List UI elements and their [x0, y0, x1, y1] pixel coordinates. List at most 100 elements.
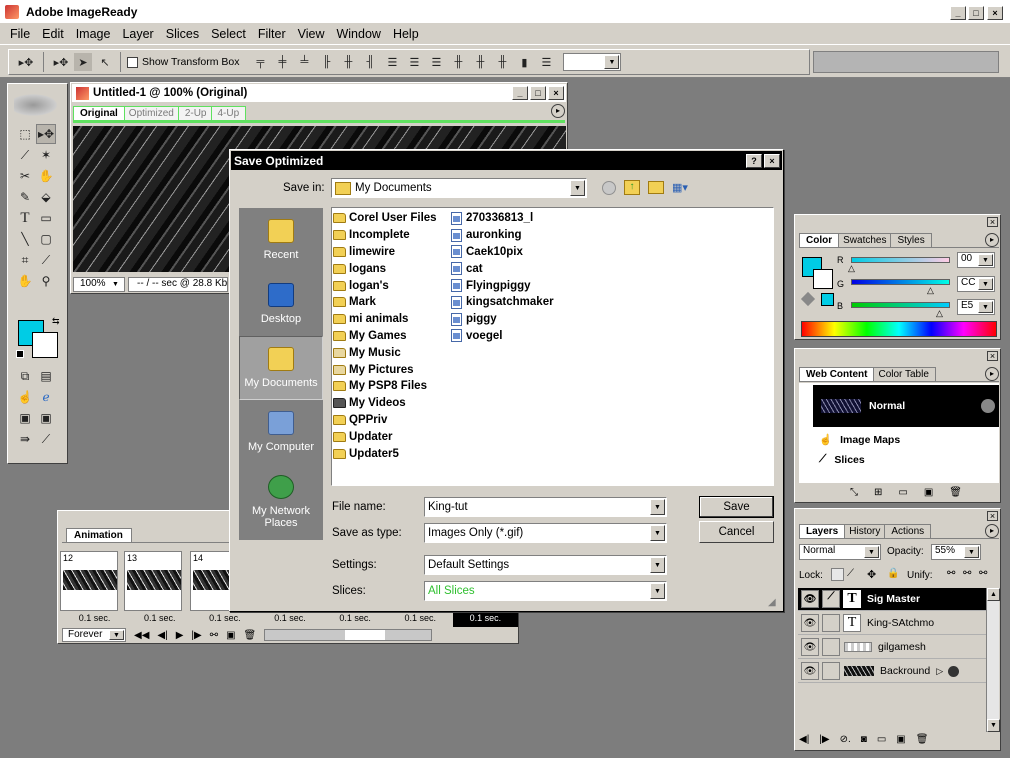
- play-icon[interactable]: ▶: [176, 630, 184, 641]
- eye-icon[interactable]: 👁: [801, 638, 819, 656]
- folder-item[interactable]: My Pictures: [333, 361, 451, 378]
- rectangle-tool-icon[interactable]: ▭: [36, 208, 56, 228]
- distribute-hcenter-icon[interactable]: ╫: [471, 53, 489, 71]
- folder-item[interactable]: My Music: [333, 344, 451, 361]
- file-item[interactable]: voegel: [451, 328, 571, 345]
- swap-colors-icon[interactable]: ⇆: [52, 316, 60, 327]
- tab-layers[interactable]: Layers: [799, 524, 846, 538]
- move-tool-preset-icon[interactable]: ▸✥: [17, 53, 35, 71]
- distribute-top-icon[interactable]: ☰: [383, 53, 401, 71]
- photoshop-icon[interactable]: ⟋: [36, 429, 56, 449]
- zoom-tool-icon[interactable]: ⚲: [36, 271, 56, 291]
- rounded-rect-icon[interactable]: ▢: [36, 229, 56, 249]
- hide-slices-icon[interactable]: ⧉: [15, 366, 35, 386]
- layer-row[interactable]: 👁 Backround ▷: [798, 660, 988, 683]
- opacity-field[interactable]: 55% ▼: [931, 544, 981, 560]
- line-tool-icon[interactable]: ╲: [15, 229, 35, 249]
- folder-item[interactable]: QPPriv: [333, 412, 451, 429]
- frame-delay[interactable]: 0.1 sec.: [388, 613, 453, 627]
- move-icon[interactable]: ▸✥: [52, 53, 70, 71]
- folder-item[interactable]: Updater: [333, 428, 451, 445]
- maximize-button[interactable]: □: [968, 6, 984, 20]
- doc-maximize-button[interactable]: □: [530, 86, 546, 100]
- layer-row[interactable]: 👁 gilgamesh: [798, 636, 988, 659]
- file-item[interactable]: Flyingpiggy: [451, 277, 571, 294]
- save-button[interactable]: Save: [699, 496, 774, 518]
- status-dropdown[interactable]: -- / -- sec @ 28.8 Kbps: [128, 277, 228, 292]
- file-item[interactable]: 270336813_l: [451, 210, 571, 227]
- resize-grip-icon[interactable]: ◢: [768, 597, 776, 608]
- crop-tool-icon[interactable]: ⌗: [15, 250, 35, 270]
- file-item[interactable]: cat: [451, 260, 571, 277]
- lock-transparency-icon[interactable]: [831, 568, 844, 581]
- new-set-icon[interactable]: ▭: [877, 734, 886, 745]
- slice-select-icon[interactable]: ⤡: [850, 487, 858, 498]
- distribute-bottom-icon[interactable]: ☰: [427, 53, 445, 71]
- place-recent[interactable]: Recent: [239, 208, 323, 272]
- add-effect-icon[interactable]: ⊘.: [840, 734, 851, 745]
- up-folder-icon[interactable]: ↑: [624, 180, 640, 195]
- menu-select[interactable]: Select: [211, 27, 246, 41]
- zoom-dropdown[interactable]: 100% ▼: [73, 277, 125, 292]
- options-dropdown[interactable]: ▼: [563, 53, 622, 71]
- distribute-right-icon[interactable]: ╫: [493, 53, 511, 71]
- add-mask-icon[interactable]: ◙: [861, 734, 867, 745]
- tab-swatches[interactable]: Swatches: [836, 233, 894, 247]
- r-slider-handle[interactable]: △: [848, 263, 855, 274]
- optimize-menu-icon[interactable]: ▸: [551, 104, 565, 118]
- menu-edit[interactable]: Edit: [42, 27, 64, 41]
- move-tool-icon[interactable]: ▸✥: [36, 124, 56, 144]
- loop-dropdown[interactable]: Forever ▼: [62, 628, 126, 642]
- crop-slice-icon[interactable]: ✂: [15, 166, 35, 186]
- tab-animation[interactable]: Animation: [66, 528, 132, 542]
- lock-all-icon[interactable]: 🔒: [887, 568, 899, 579]
- background-color-swatch[interactable]: [32, 332, 58, 358]
- tab-history[interactable]: History: [842, 524, 888, 538]
- folder-icon[interactable]: ▭: [898, 487, 907, 498]
- tab-styles[interactable]: Styles: [890, 233, 932, 247]
- previous-frame-icon[interactable]: ◀|: [157, 630, 167, 641]
- b-slider-handle[interactable]: △: [936, 308, 943, 319]
- g-slider[interactable]: [851, 279, 950, 285]
- align-left-icon[interactable]: ╟: [317, 53, 335, 71]
- unify-visibility-icon[interactable]: ⚯: [963, 568, 971, 579]
- g-value-field[interactable]: CC ▼: [957, 276, 995, 292]
- color-bg-swatch[interactable]: [813, 269, 833, 289]
- r-value-field[interactable]: 00 ▼: [957, 252, 995, 268]
- file-item[interactable]: kingsatchmaker: [451, 294, 571, 311]
- brush-icon[interactable]: [822, 662, 840, 680]
- place-network[interactable]: My Network Places: [239, 464, 323, 540]
- file-item[interactable]: auronking: [451, 227, 571, 244]
- web-cube-icon[interactable]: [800, 291, 816, 307]
- preview-document-icon[interactable]: ☝: [15, 387, 35, 407]
- panel-close-icon[interactable]: ×: [987, 511, 998, 521]
- tab-4up[interactable]: 4-Up: [210, 106, 247, 120]
- place-my-documents[interactable]: My Documents: [239, 336, 323, 400]
- lock-move-icon[interactable]: ✥: [867, 568, 876, 581]
- tab-optimized[interactable]: Optimized: [121, 106, 181, 120]
- folder-item[interactable]: Incomplete: [333, 227, 451, 244]
- cancel-button[interactable]: Cancel: [699, 521, 774, 543]
- menu-slices[interactable]: Slices: [166, 27, 199, 41]
- hand-slice-icon[interactable]: ✋: [36, 166, 56, 186]
- first-frame-icon[interactable]: ◀◀: [134, 630, 149, 641]
- delete-frame-icon[interactable]: 🗑: [244, 630, 257, 641]
- arrow-select-icon[interactable]: ➤: [74, 53, 92, 71]
- frames-scrollbar[interactable]: [264, 629, 433, 641]
- distribute-left-icon[interactable]: ╫: [449, 53, 467, 71]
- panel-close-icon[interactable]: ×: [987, 217, 998, 227]
- b-value-field[interactable]: E5 ▼: [957, 299, 995, 315]
- delete-layer-icon[interactable]: 🗑: [916, 734, 929, 745]
- toggle-slices-icon[interactable]: ▤: [36, 366, 56, 386]
- menu-file[interactable]: File: [10, 27, 30, 41]
- doc-close-button[interactable]: ×: [548, 86, 564, 100]
- place-desktop[interactable]: Desktop: [239, 272, 323, 336]
- frame-delay[interactable]: 0.1 sec.: [323, 613, 388, 627]
- frame-delay[interactable]: 0.1 sec.: [127, 613, 192, 627]
- tab-color[interactable]: Color: [799, 233, 840, 247]
- save-as-type-dropdown[interactable]: Images Only (*.gif) ▼: [424, 523, 667, 543]
- panel-menu-icon[interactable]: ▸: [985, 367, 999, 381]
- image-maps-row[interactable]: ☝ Image Maps: [819, 433, 900, 447]
- frame-13[interactable]: 13: [124, 551, 182, 611]
- marquee-tool-icon[interactable]: ⬚: [15, 124, 35, 144]
